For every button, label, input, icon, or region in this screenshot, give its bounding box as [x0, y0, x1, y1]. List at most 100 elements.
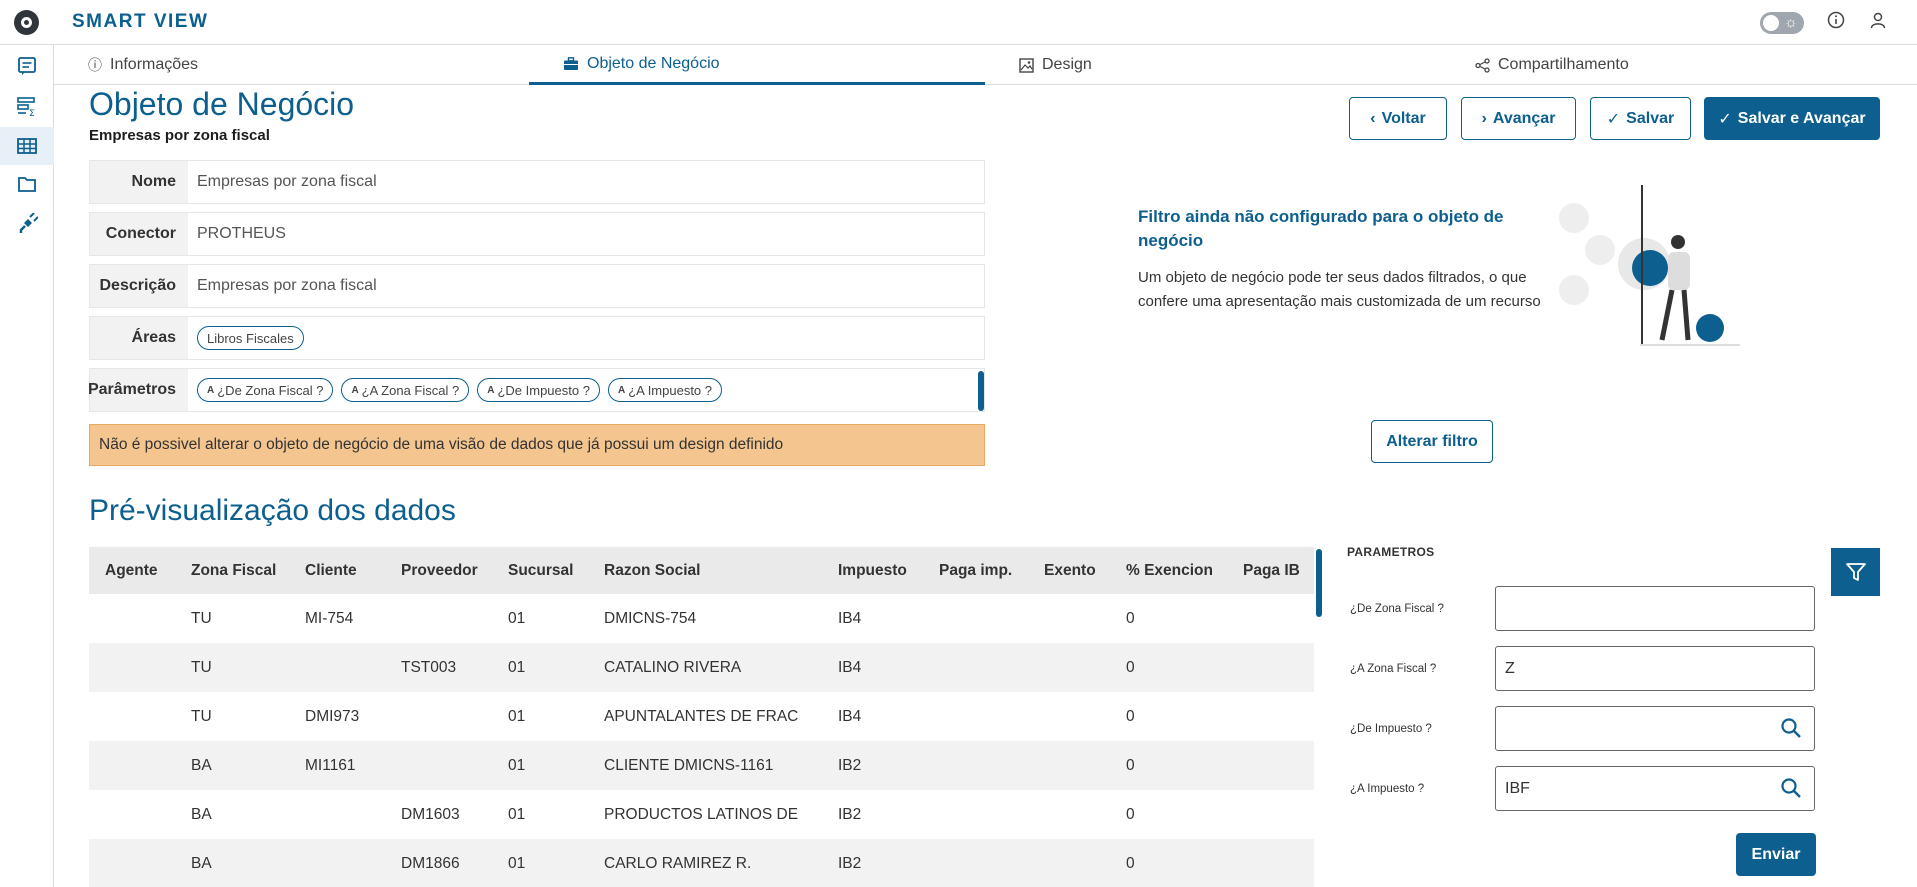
- sidebar-item-folders[interactable]: [0, 165, 54, 203]
- column-header[interactable]: Paga imp.: [939, 547, 1012, 594]
- parameters-title: PARAMETROS: [1347, 545, 1435, 559]
- table-cell: TU: [191, 609, 212, 627]
- input-value: Z: [1505, 659, 1515, 677]
- back-button[interactable]: ‹ Voltar: [1349, 97, 1447, 140]
- table-cell: CLIENTE DMICNS-1161: [604, 756, 774, 774]
- table-scrollbar[interactable]: [1316, 549, 1322, 617]
- table-cell: PRODUCTOS LATINOS DE: [604, 805, 799, 823]
- table-cell: TU: [191, 707, 212, 725]
- table-cell: IB2: [838, 854, 862, 872]
- warning-banner: Não é possivel alterar o objeto de negóc…: [89, 424, 985, 466]
- column-header[interactable]: Sucursal: [508, 547, 573, 594]
- save-and-next-button[interactable]: ✓ Salvar e Avançar: [1704, 97, 1880, 140]
- table-row[interactable]: BA MI1161 01 CLIENTE DMICNS-1161 IB2 0: [89, 741, 1314, 790]
- table-cell: TST003: [401, 658, 457, 676]
- tab-informacoes[interactable]: ⓘ Informações: [54, 45, 529, 85]
- report-icon: [18, 57, 36, 75]
- field-descricao: Descrição Empresas por zona fiscal: [89, 264, 985, 308]
- table-cell: 01: [508, 756, 526, 774]
- param-a-impuesto-input[interactable]: IBF: [1495, 766, 1815, 811]
- check-icon: ✓: [1606, 110, 1621, 128]
- table-cell: 01: [508, 854, 526, 872]
- table-row[interactable]: TU TST003 01 CATALINO RIVERA IB4 0: [89, 643, 1314, 692]
- table-cell: 0: [1126, 658, 1135, 676]
- table-icon: [17, 138, 37, 154]
- param-de-zona-fiscal-input[interactable]: [1495, 586, 1815, 631]
- change-filter-button[interactable]: Alterar filtro: [1371, 420, 1493, 463]
- area-chip: Libros Fiscales: [197, 326, 304, 350]
- table-row[interactable]: BA DM1866 01 CARLO RAMIREZ R. IB2 0: [89, 839, 1314, 887]
- app-logo-icon[interactable]: [14, 10, 39, 35]
- empty-filter-illustration: [1559, 185, 1740, 346]
- parameter-chip: A ¿A Impuesto ?: [607, 378, 723, 402]
- next-button[interactable]: › Avançar: [1461, 97, 1576, 140]
- table-cell: 01: [508, 805, 526, 823]
- sidebar-item-reports[interactable]: [0, 47, 54, 85]
- search-icon[interactable]: [1780, 717, 1802, 739]
- preview-title: Pré-visualização dos dados: [89, 494, 456, 527]
- table-cell: MI-754: [305, 609, 354, 627]
- field-areas: Áreas Libros Fiscales: [89, 316, 985, 360]
- column-header[interactable]: Exento: [1044, 547, 1096, 594]
- column-header[interactable]: % Exencion: [1126, 547, 1213, 594]
- table-cell: CARLO RAMIREZ R.: [604, 854, 752, 872]
- field-label: Conector: [90, 213, 188, 255]
- sidebar-item-tables[interactable]: [0, 127, 54, 165]
- check-icon: ✓: [1718, 110, 1732, 128]
- table-cell: BA: [191, 805, 212, 823]
- table-cell: 0: [1126, 707, 1135, 725]
- field-value: Empresas por zona fiscal: [197, 173, 377, 190]
- search-icon[interactable]: [1780, 777, 1802, 799]
- table-cell: DMICNS-754: [604, 609, 697, 627]
- toggle-knob: [1763, 15, 1779, 31]
- table-cell: 0: [1126, 854, 1135, 872]
- column-header[interactable]: Cliente: [305, 547, 357, 594]
- save-button[interactable]: ✓ Salvar: [1590, 97, 1691, 140]
- filter-toggle-button[interactable]: [1831, 548, 1880, 596]
- info-icon: ⓘ: [88, 57, 102, 73]
- table-cell: 01: [508, 658, 526, 676]
- input-value: IBF: [1505, 779, 1530, 797]
- field-label: Descrição: [90, 265, 188, 307]
- field-nome: Nome Empresas por zona fiscal: [89, 160, 985, 204]
- column-header[interactable]: Razon Social: [604, 547, 700, 594]
- folder-icon: [18, 177, 36, 192]
- column-header[interactable]: Impuesto: [838, 547, 907, 594]
- tab-design[interactable]: Design: [985, 45, 1441, 85]
- field-value: PROTHEUS: [197, 225, 286, 242]
- submit-parameters-button[interactable]: Enviar: [1736, 833, 1816, 876]
- field-conector: Conector PROTHEUS: [89, 212, 985, 256]
- sidebar-item-connectors[interactable]: [0, 205, 54, 243]
- table-header: Agente Zona Fiscal Cliente Proveedor Suc…: [89, 547, 1314, 594]
- field-value: Empresas por zona fiscal: [197, 277, 377, 294]
- filter-icon: [1845, 563, 1866, 581]
- column-header[interactable]: Agente: [105, 547, 158, 594]
- text-type-icon: A: [351, 384, 359, 396]
- table-cell: BA: [191, 756, 212, 774]
- user-icon[interactable]: [1867, 11, 1889, 33]
- column-header[interactable]: Paga IB: [1243, 547, 1300, 594]
- info-icon[interactable]: [1825, 11, 1847, 33]
- next-label: Avançar: [1492, 109, 1556, 127]
- column-header[interactable]: Zona Fiscal: [191, 547, 276, 594]
- table-cell: IB2: [838, 756, 862, 774]
- param-label: ¿A Zona Fiscal ?: [1350, 663, 1437, 675]
- sidebar-item-data-views[interactable]: Σ: [0, 87, 54, 125]
- theme-toggle[interactable]: ☼: [1760, 12, 1804, 34]
- param-a-zona-fiscal-input[interactable]: Z: [1495, 646, 1815, 691]
- param-de-impuesto-input[interactable]: [1495, 706, 1815, 751]
- table-row[interactable]: BA DM1603 01 PRODUCTOS LATINOS DE IB2 0: [89, 790, 1314, 839]
- chips-scrollbar[interactable]: [978, 371, 984, 411]
- param-label: ¿De Impuesto ?: [1350, 723, 1432, 735]
- table-row[interactable]: TU DMI973 01 APUNTALANTES DE FRAC IB4 0: [89, 692, 1314, 741]
- table-row[interactable]: TU MI-754 01 DMICNS-754 IB4 0: [89, 594, 1314, 643]
- tab-compartilhamento[interactable]: Compartilhamento: [1441, 45, 1917, 85]
- tab-objeto-de-negocio[interactable]: Objeto de Negócio: [529, 45, 985, 85]
- table-cell: 0: [1126, 756, 1135, 774]
- table-cell: 01: [508, 707, 526, 725]
- table-cell: TU: [191, 658, 212, 676]
- chevron-right-icon: ›: [1481, 109, 1487, 127]
- filter-empty-title: Filtro ainda não configurado para o obje…: [1138, 207, 1504, 250]
- preview-table: Agente Zona Fiscal Cliente Proveedor Suc…: [89, 547, 1314, 887]
- column-header[interactable]: Proveedor: [401, 547, 478, 594]
